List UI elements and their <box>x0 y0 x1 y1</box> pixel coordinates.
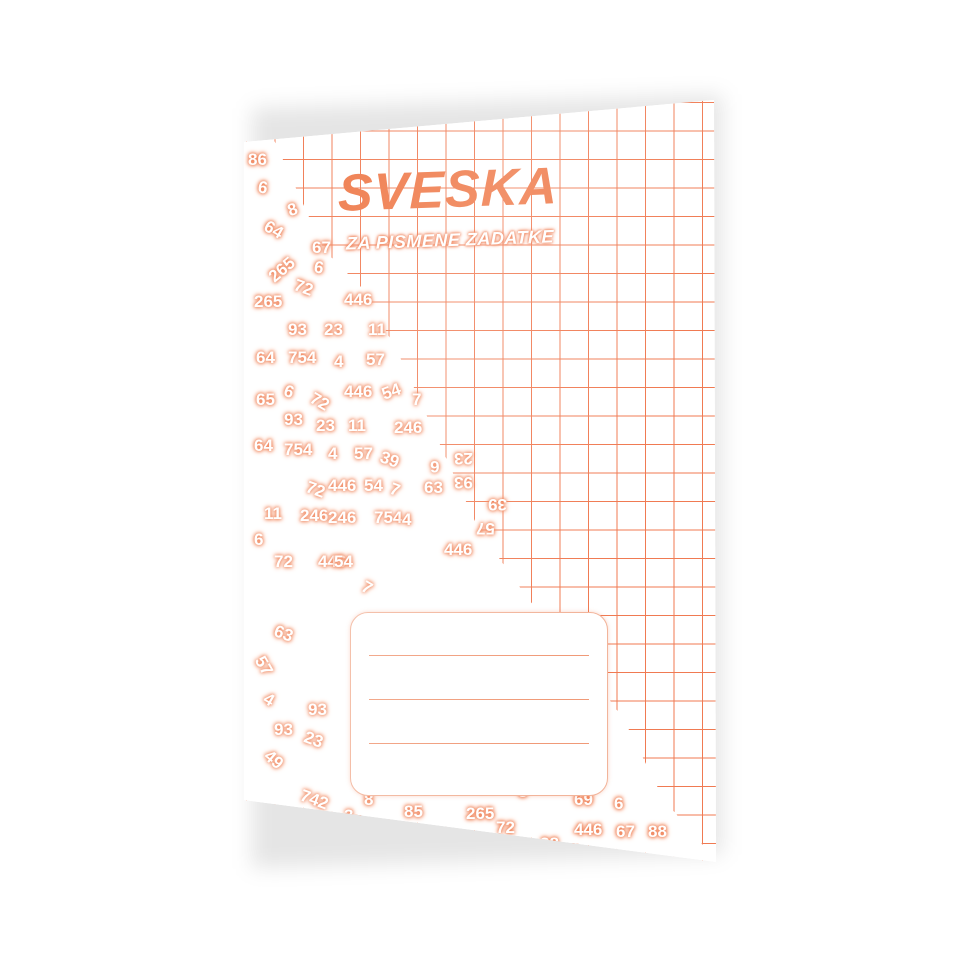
label-line <box>369 699 589 700</box>
cover-number: 93 <box>454 473 473 492</box>
cover-number: 6 <box>614 794 624 813</box>
cover-number: 4 <box>260 688 278 711</box>
cover-number: 63 <box>424 478 443 497</box>
cover-number: 754 <box>284 440 313 459</box>
cover-title-block: SVESKA ZA PISMENE ZADATKE <box>332 157 632 253</box>
cover-number: 246 <box>328 508 357 527</box>
cover-number: 446 <box>328 476 357 495</box>
cover-number: 446 <box>344 290 373 309</box>
cover-number: 93 <box>274 720 293 739</box>
cover-number: 64 <box>254 436 273 455</box>
cover-number: 265 <box>466 804 495 823</box>
cover-number: 246 <box>300 506 329 525</box>
cover-number: 23 <box>316 416 335 435</box>
cover-number: 39 <box>488 495 507 514</box>
cover-number: 8 <box>284 198 301 221</box>
cover-number: 446 <box>444 540 473 559</box>
cover-number: 39 <box>377 447 402 472</box>
name-label-box <box>350 612 608 796</box>
cover-number: 88 <box>648 822 667 841</box>
cover-number: 4 <box>328 444 338 463</box>
cover-number: 86 <box>248 150 267 169</box>
cover-number: 64 <box>260 216 287 243</box>
cover-number: 7 <box>387 478 403 501</box>
cover-number: 754 <box>374 508 403 527</box>
cover-number: 7 <box>358 576 376 599</box>
cover-number: 23 <box>324 320 343 339</box>
cover-number: 72 <box>306 388 333 415</box>
cover-number: 754 <box>288 348 317 367</box>
cover-number: 72 <box>291 275 316 300</box>
cover-number: 54 <box>334 552 353 571</box>
cover-number: 23 <box>454 449 473 468</box>
cover-number: 265 <box>254 292 283 311</box>
cover-number: 93 <box>284 410 303 429</box>
cover-number: 246 <box>394 418 423 437</box>
cover-number: 7 <box>412 390 422 409</box>
cover-number: 49 <box>260 746 288 773</box>
cover-number: 11 <box>368 320 386 339</box>
cover-number: 72 <box>303 477 328 502</box>
cover-number: 93 <box>308 700 327 719</box>
cover-number: 446 <box>574 820 603 839</box>
cover-number: 67 <box>616 822 635 841</box>
cover-number: 6 <box>254 530 264 549</box>
label-line <box>369 743 589 744</box>
cover-number: 11 <box>348 416 366 435</box>
cover-number: 57 <box>366 350 385 369</box>
cover-number: 6 <box>430 457 440 476</box>
cover-number: 57 <box>354 444 373 463</box>
cover-number: 57 <box>250 652 277 679</box>
cover-number: 54 <box>379 379 404 404</box>
cover-number: 64 <box>256 348 275 367</box>
cover-number: 54 <box>364 476 383 495</box>
cover-number: 6 <box>312 257 326 278</box>
cover-number: 265 <box>264 253 299 287</box>
cover-number: 6 <box>256 177 270 198</box>
cover-title: SVESKA <box>338 157 558 223</box>
cover-number: 11 <box>264 504 282 523</box>
cover-number: 57 <box>476 519 495 538</box>
cover-number: 65 <box>256 390 275 409</box>
product-photo: 86 6 8 64 67 265 6 446 72 265 93 23 11 64 754 4 57 65 6 72 4… <box>0 0 960 960</box>
cover-number: 23 <box>301 727 326 752</box>
cover-number: 4 <box>334 352 344 371</box>
cover-number: 63 <box>271 621 296 646</box>
cover-number: 446 <box>344 382 373 401</box>
cover-number: 67 <box>312 238 331 257</box>
notebook-cover: 86 6 8 64 67 265 6 446 72 265 93 23 11 64 754 4 57 65 6 72 4… <box>244 100 716 862</box>
cover-number: 4 <box>402 510 412 529</box>
cover-number: 6 <box>281 380 297 403</box>
cover-number: 93 <box>288 320 307 339</box>
cover-number: 85 <box>404 802 423 821</box>
label-line <box>369 655 589 656</box>
cover-number: 72 <box>274 552 293 571</box>
